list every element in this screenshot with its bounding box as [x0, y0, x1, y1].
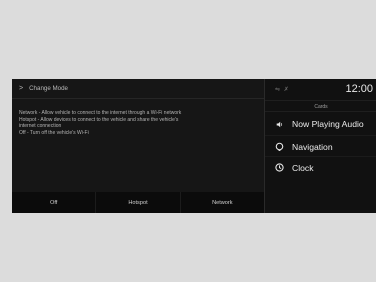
- clock-display: 12:00: [345, 83, 373, 95]
- cards-title: Cards: [265, 100, 376, 112]
- network-button[interactable]: Network: [179, 192, 264, 213]
- card-navigation[interactable]: Navigation: [265, 135, 376, 157]
- head-unit-screen: > Change Mode Network - Allow vehicle to…: [12, 79, 376, 213]
- card-label: Navigation: [292, 141, 333, 152]
- description-line: Off - Turn off the vehicle's Wi-Fi: [19, 129, 89, 136]
- status-bar: ⇋ ✗ 12:00: [265, 79, 376, 99]
- card-label: Now Playing Audio: [292, 119, 364, 129]
- change-mode-header[interactable]: > Change Mode: [12, 79, 264, 99]
- clock-icon: [274, 163, 284, 172]
- off-button[interactable]: Off: [12, 192, 95, 213]
- card-clock[interactable]: Clock: [265, 156, 376, 178]
- chevron-right-icon: >: [19, 85, 24, 92]
- change-mode-panel: > Change Mode Network - Allow vehicle to…: [12, 79, 264, 213]
- mode-button-bar: Off Hotspot Network: [12, 192, 264, 213]
- page-title: Change Mode: [29, 85, 68, 92]
- bluetooth-icon: ✗: [283, 86, 290, 93]
- card-now-playing[interactable]: Now Playing Audio: [265, 113, 376, 135]
- status-icons: ⇋ ✗: [275, 86, 290, 93]
- card-label: Clock: [292, 162, 314, 173]
- speaker-icon: [274, 121, 284, 128]
- navigation-pin-icon: [274, 142, 284, 151]
- mode-description: Network - Allow vehicle to connect to th…: [19, 110, 259, 136]
- phone-signal-icon: ⇋: [275, 86, 282, 93]
- hotspot-button[interactable]: Hotspot: [95, 192, 179, 213]
- cards-panel: ⇋ ✗ 12:00 Cards Now Playing Audio Naviga…: [264, 79, 376, 213]
